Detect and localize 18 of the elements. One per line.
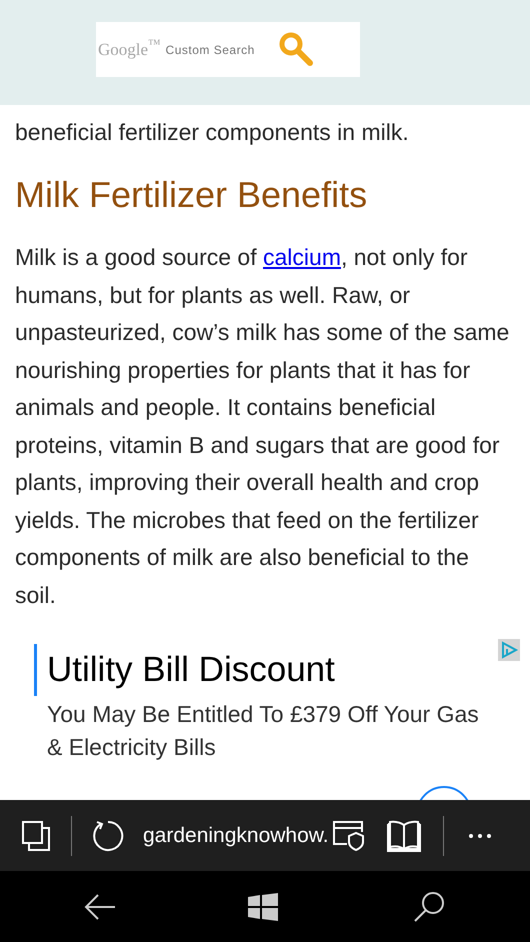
brand-text: Google$^{™}$ [98, 36, 161, 61]
windows-icon[interactable] [248, 892, 278, 920]
section-heading: Milk Fertilizer Benefits [15, 173, 368, 217]
ad-title[interactable]: Utility Bill Discount [47, 644, 335, 696]
refresh-icon[interactable] [92, 820, 124, 852]
search-icon[interactable] [413, 890, 445, 922]
shield-icon[interactable] [332, 820, 365, 850]
text-link[interactable]: calcium [263, 244, 341, 270]
tabs-icon[interactable] [22, 820, 50, 850]
search-label: Custom Search [166, 42, 255, 58]
search-box[interactable]: Google$^{™}$ Custom Search [96, 22, 360, 77]
more-icon[interactable] [468, 832, 492, 838]
back-icon[interactable] [84, 894, 116, 920]
book-icon[interactable] [386, 820, 421, 852]
address-field[interactable]: gardeningknowhow. [143, 820, 329, 852]
ad-text: You May Be Entitled To £379 Off Your Gas & Electricity Bills [47, 700, 480, 762]
paragraph-text: beneficial fertilizer components in milk. [15, 118, 410, 147]
paragraph-text: Milk is a good source of calcium, not only for humans, but for plants as well. Raw, or unpasteurized, cow’s milk has some of the same nourishing properties for plants that it has for animals and people. It contains beneficial proteins, vitamin B and sugars that are good for plants, improving their overall health and crop yields. The microbes that feed on the fertilizer components of milk are also beneficial to the soil. [15, 243, 510, 610]
